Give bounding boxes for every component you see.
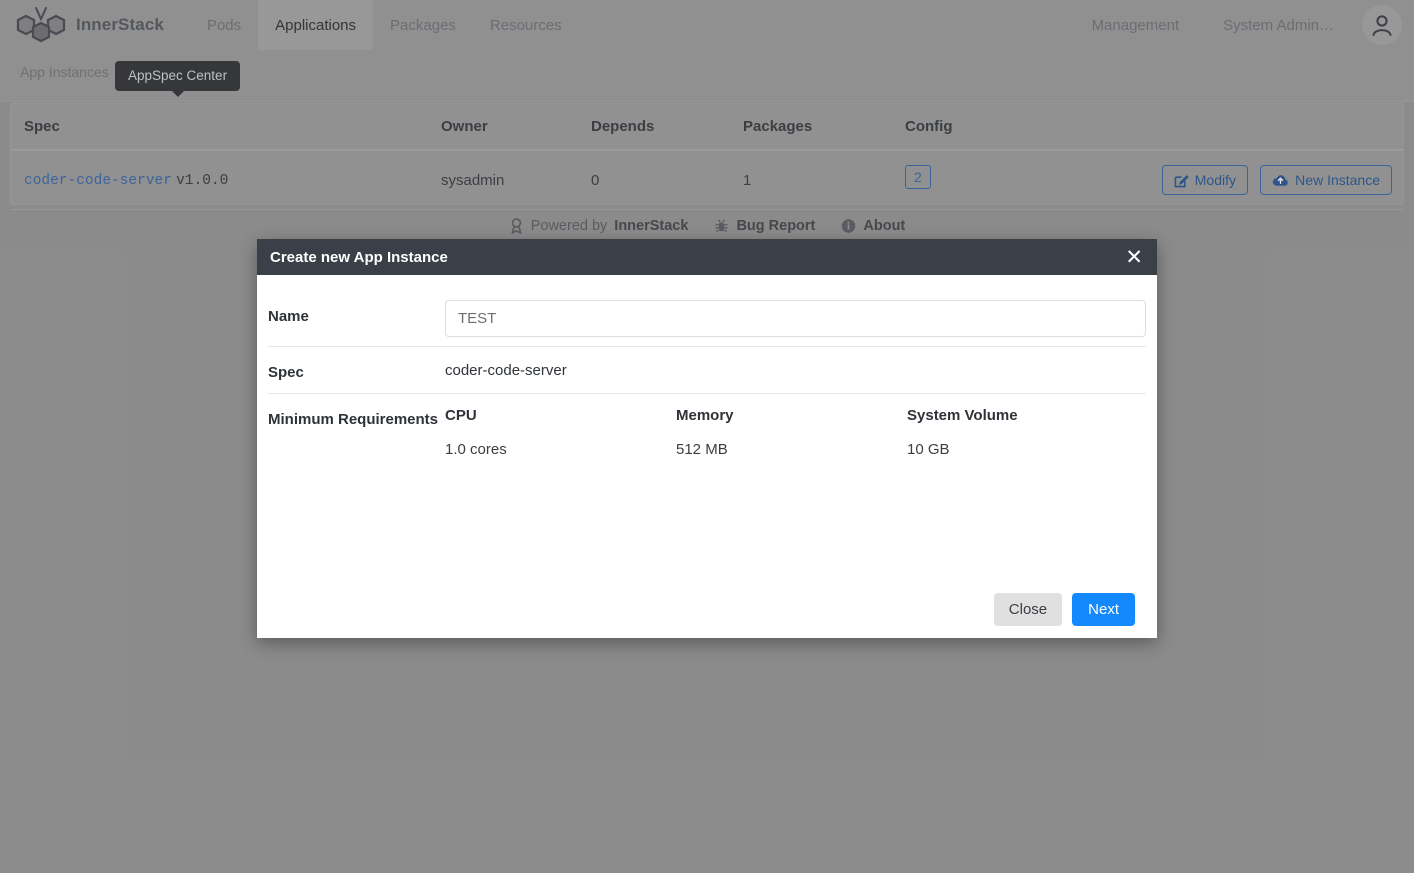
cell-spec: coder-code-server v1.0.0 (11, 150, 441, 210)
avatar[interactable] (1362, 5, 1402, 45)
system-volume-label: System Volume (907, 406, 1018, 424)
name-row: Name (268, 291, 1146, 347)
nav-link-applications[interactable]: Applications (258, 0, 374, 50)
appspec-table-panel: Spec Owner Depends Packages Config coder… (10, 103, 1404, 210)
spec-row: Spec coder-code-server (268, 347, 1146, 394)
nav-link-management[interactable]: Management (1070, 0, 1202, 50)
requirement-system-volume: System Volume 10 GB (907, 407, 1138, 458)
about-label: About (863, 218, 906, 234)
powered-prefix: Powered by (530, 218, 608, 234)
cpu-label: CPU (445, 406, 477, 424)
requirement-cpu: CPU 1.0 cores (445, 407, 676, 458)
brand[interactable]: InnerStack (0, 0, 164, 50)
cell-owner: sysadmin (441, 150, 591, 210)
modal-title: Create new App Instance (270, 248, 448, 266)
page-footer: Powered by InnerStack Bug Report About (0, 218, 1414, 234)
powered-brand: InnerStack (614, 218, 689, 234)
nav-links: Pods Applications Packages Resources (190, 0, 579, 50)
spec-value: coder-code-server (445, 362, 567, 379)
spec-version: v1.0.0 (176, 173, 229, 189)
modal-body: Name Spec coder-code-server Minimum Requ… (257, 275, 1157, 596)
info-circle-icon (842, 219, 856, 233)
powered-by: Powered by InnerStack (509, 218, 689, 234)
appspec-table: Spec Owner Depends Packages Config coder… (11, 104, 1403, 210)
cell-packages: 1 (743, 150, 905, 210)
next-button[interactable]: Next (1072, 592, 1135, 626)
cell-depends: 0 (591, 150, 743, 210)
memory-label: Memory (676, 406, 734, 424)
name-input[interactable] (445, 300, 1146, 337)
nav-link-resources[interactable]: Resources (473, 0, 579, 50)
name-field-wrap (445, 300, 1146, 337)
award-icon (511, 218, 522, 234)
system-volume-value: 10 GB (907, 440, 950, 458)
name-label: Name (268, 308, 309, 325)
spec-label: Spec (268, 364, 304, 381)
spec-value-wrap: coder-code-server (445, 356, 1146, 379)
th-config: Config (905, 104, 1403, 151)
bee-hexagon-logo-icon (16, 7, 66, 43)
spec-name-link[interactable]: coder-code-server (24, 173, 172, 189)
appspec-center-tooltip: AppSpec Center (115, 61, 241, 97)
modal-footer: Close Next (257, 580, 1157, 638)
close-icon[interactable]: ✕ (1125, 247, 1143, 268)
table-row: coder-code-server v1.0.0 sysadmin 0 1 2 (11, 150, 1403, 210)
tab-app-instances[interactable]: App Instances (20, 64, 109, 80)
row-actions: Modify New Instance (1154, 165, 1403, 195)
user-avatar-icon (1372, 15, 1392, 36)
modify-label: Modify (1194, 172, 1236, 188)
close-button[interactable]: Close (993, 592, 1063, 626)
config-count-badge[interactable]: 2 (905, 165, 931, 189)
nav-link-packages[interactable]: Packages (373, 0, 473, 50)
requirement-memory: Memory 512 MB (676, 407, 907, 458)
cpu-value: 1.0 cores (445, 440, 507, 458)
bug-report-link[interactable]: Bug Report (714, 218, 815, 234)
pencil-square-icon (1174, 174, 1189, 187)
th-owner: Owner (441, 104, 591, 151)
nav-right: Management System Admin… (1070, 0, 1414, 50)
th-spec: Spec (11, 104, 441, 151)
create-app-instance-modal: Create new App Instance ✕ Name Spec code… (257, 239, 1157, 638)
new-instance-label: New Instance (1295, 172, 1380, 188)
requirements-wrap: CPU 1.0 cores Memory 512 MB System Volum… (445, 403, 1146, 458)
about-link[interactable]: About (841, 218, 905, 234)
cloud-upload-icon (1272, 174, 1288, 186)
th-depends: Depends (591, 104, 743, 151)
top-navbar: InnerStack Pods Applications Packages Re… (0, 0, 1414, 50)
modify-button[interactable]: Modify (1161, 165, 1248, 195)
requirements-label: Minimum Requirements (268, 410, 439, 428)
bug-report-label: Bug Report (736, 218, 816, 234)
nav-link-system-admin[interactable]: System Admin… (1201, 0, 1356, 50)
memory-value: 512 MB (676, 440, 728, 458)
table-header-row: Spec Owner Depends Packages Config (11, 104, 1403, 151)
new-instance-button[interactable]: New Instance (1260, 165, 1392, 195)
brand-label: InnerStack (76, 15, 164, 34)
requirements-grid: CPU 1.0 cores Memory 512 MB System Volum… (445, 403, 1146, 458)
nav-link-pods[interactable]: Pods (190, 0, 258, 50)
modal-header: Create new App Instance ✕ (257, 239, 1157, 275)
bug-icon (715, 219, 728, 232)
th-packages: Packages (743, 104, 905, 151)
cell-config: 2 Modify New Instance (905, 150, 1403, 210)
requirements-row: Minimum Requirements CPU 1.0 cores Memor… (268, 394, 1146, 467)
